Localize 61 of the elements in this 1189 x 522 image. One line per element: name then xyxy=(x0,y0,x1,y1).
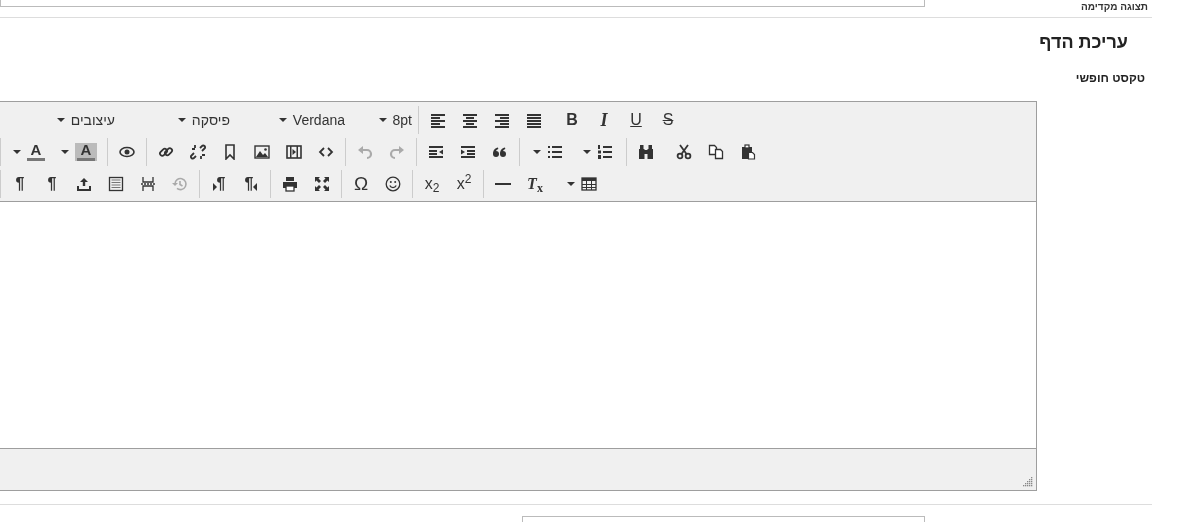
image-icon xyxy=(254,144,270,160)
strikethrough-button[interactable]: S xyxy=(652,106,684,134)
indent-icon xyxy=(460,144,476,160)
bold-button[interactable]: B xyxy=(556,106,588,134)
upload-icon xyxy=(76,176,92,192)
smiley-icon xyxy=(385,176,401,192)
caret-icon xyxy=(567,182,575,186)
page-break-icon xyxy=(140,176,156,192)
clipboard-icon xyxy=(740,144,756,160)
history-icon xyxy=(172,176,188,192)
align-right-icon xyxy=(494,112,510,128)
caret-icon xyxy=(177,118,186,122)
copy-icon xyxy=(708,144,724,160)
link-icon xyxy=(158,144,174,160)
remove-formatting-button[interactable]: T$_{x}$ xyxy=(519,170,551,198)
paragraph-button[interactable]: ¶ xyxy=(36,170,68,198)
field-label: תצוגה מקדימה xyxy=(1080,1,1149,12)
paragraph-button[interactable]: ¶ xyxy=(4,170,36,198)
dropdown[interactable]: פיסקה xyxy=(118,106,233,134)
eye-icon xyxy=(119,144,135,160)
justify-icon xyxy=(526,112,542,128)
align-left-icon xyxy=(430,112,446,128)
caret-icon xyxy=(278,118,287,122)
outdent-icon xyxy=(428,144,444,160)
maximize-icon xyxy=(314,176,330,192)
scissors-icon xyxy=(676,144,692,160)
field-label: טקסט חופשי xyxy=(1074,70,1146,86)
binoculars-icon xyxy=(638,144,654,160)
caret-icon xyxy=(378,118,387,122)
text-color-button[interactable]: A xyxy=(4,138,54,166)
horizontal-line-icon xyxy=(495,183,511,185)
dropdown[interactable]: עיצובים xyxy=(3,106,118,134)
caret-icon xyxy=(56,118,65,122)
film-icon xyxy=(286,144,302,160)
caret-icon xyxy=(61,150,69,154)
dropdown[interactable]: 8pt xyxy=(348,106,415,134)
caret-icon xyxy=(533,150,541,154)
redo-icon xyxy=(389,144,405,160)
caret-icon xyxy=(583,150,591,154)
bookmark-icon xyxy=(222,144,238,160)
iframe-icon xyxy=(108,176,124,192)
dropdown[interactable]: Verdana xyxy=(233,106,348,134)
special-character-button[interactable]: Ω xyxy=(345,170,377,198)
left-to-right-button[interactable]: ¶ xyxy=(203,170,235,198)
bullet-list-icon xyxy=(547,144,563,160)
caret-icon xyxy=(13,150,21,154)
broken-link-icon xyxy=(190,144,206,160)
superscript-button[interactable]: x$^{2}$ xyxy=(448,170,480,198)
section-title: עריכת הדף xyxy=(1038,31,1129,53)
resize-grip-icon[interactable] xyxy=(1023,477,1033,487)
italic-button[interactable]: I xyxy=(588,106,620,134)
subscript-button[interactable]: x$_{2}$ xyxy=(416,170,448,198)
undo-icon xyxy=(357,144,373,160)
table-icon xyxy=(581,176,597,192)
highlight-color-button[interactable]: A xyxy=(54,138,104,166)
align-center-icon xyxy=(462,112,478,128)
printer-icon xyxy=(282,176,298,192)
underline-button[interactable]: U xyxy=(620,106,652,134)
text-field[interactable] xyxy=(0,0,925,7)
right-to-left-button[interactable]: ¶ xyxy=(235,170,267,198)
numbered-list-icon xyxy=(597,144,613,160)
